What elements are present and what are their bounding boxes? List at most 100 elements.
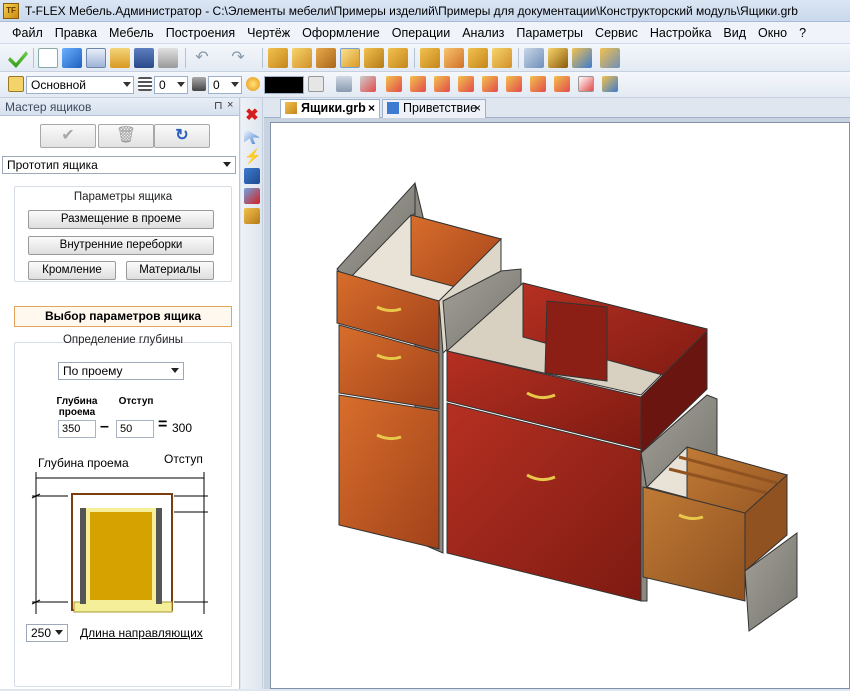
menu-formatting[interactable]: Оформление: [296, 26, 386, 40]
tab-drawers[interactable]: Ящики.grb ×: [280, 99, 380, 118]
shelf-icon[interactable]: [316, 48, 336, 68]
operation-1-icon[interactable]: [420, 48, 440, 68]
style-icon[interactable]: [308, 76, 324, 92]
properties-toolbar: Основной 0 0: [0, 72, 850, 98]
menu-operations[interactable]: Операции: [386, 26, 456, 40]
filter-icon[interactable]: [336, 76, 352, 92]
prototype-select[interactable]: Прототип ящика: [2, 156, 236, 174]
menu-window[interactable]: Окно: [752, 26, 793, 40]
edging-button[interactable]: Кромление: [28, 261, 116, 280]
tools-icon[interactable]: [548, 48, 568, 68]
offset-input[interactable]: 50: [116, 420, 154, 438]
snap-9-icon[interactable]: [578, 76, 594, 92]
depth-mode-select[interactable]: По проему: [58, 362, 184, 380]
close-icon[interactable]: ×: [474, 100, 481, 117]
level-field[interactable]: 0: [208, 76, 242, 94]
drawer-tool-icon[interactable]: [244, 208, 260, 224]
placement-button[interactable]: Размещение в проеме: [28, 210, 214, 229]
panel-icon[interactable]: [292, 48, 312, 68]
menu-settings[interactable]: Настройка: [644, 26, 718, 40]
materials-button[interactable]: Материалы: [126, 261, 214, 280]
new-file-icon[interactable]: [38, 48, 58, 68]
new-3d-icon[interactable]: [62, 48, 82, 68]
opening-depth-input[interactable]: 350: [58, 420, 96, 438]
menu-file[interactable]: Файл: [6, 26, 49, 40]
close-panel-icon[interactable]: ×: [227, 99, 233, 111]
prototype-select-value: Прототип ящика: [7, 158, 98, 172]
line-weight-icon: [138, 77, 152, 91]
snap-5-icon[interactable]: [482, 76, 498, 92]
drawer-icon[interactable]: [340, 48, 360, 68]
cancel-icon[interactable]: ✖: [244, 108, 260, 124]
move-icon[interactable]: [244, 168, 260, 184]
snap-8-icon[interactable]: [554, 76, 570, 92]
menu-drawing[interactable]: Чертёж: [241, 26, 296, 40]
menu-view[interactable]: Вид: [717, 26, 752, 40]
snap-10-icon[interactable]: [602, 76, 618, 92]
select-pointer-icon[interactable]: [244, 128, 260, 144]
model-canvas[interactable]: [264, 118, 850, 689]
zoom-icon[interactable]: [600, 48, 620, 68]
operation-2-icon[interactable]: [444, 48, 464, 68]
menu-edit[interactable]: Правка: [49, 26, 103, 40]
depth-group-title: Определение глубины: [62, 334, 184, 346]
check-icon[interactable]: [572, 48, 592, 68]
redo-icon[interactable]: ↷: [228, 48, 248, 68]
menu-bar: Файл Правка Мебель Построения Чертёж Офо…: [0, 22, 850, 44]
save-icon[interactable]: [134, 48, 154, 68]
undo-icon[interactable]: ↶: [192, 48, 212, 68]
operation-3-icon[interactable]: [468, 48, 488, 68]
operation-4-icon[interactable]: [492, 48, 512, 68]
tab-welcome[interactable]: Приветствие ×: [382, 99, 486, 118]
tab-welcome-label: Приветствие: [403, 101, 478, 115]
print-icon[interactable]: [158, 48, 178, 68]
panel-header: Мастер ящиков ⊓ ×: [0, 98, 239, 116]
menu-analysis[interactable]: Анализ: [456, 26, 510, 40]
report-icon[interactable]: [524, 48, 544, 68]
snap-6-icon[interactable]: [506, 76, 522, 92]
refresh-button[interactable]: ↻: [154, 124, 210, 148]
delete-button[interactable]: 🗑: [98, 124, 154, 148]
box-icon[interactable]: [268, 48, 288, 68]
app-logo-icon: TF: [3, 2, 19, 19]
window-title: T-FLEX Мебель.Администратор - C:\Элемент…: [25, 3, 798, 18]
level-value: 0: [213, 78, 220, 92]
trash-icon: 🗑: [115, 127, 137, 144]
lightning-icon[interactable]: ⚡: [244, 148, 261, 164]
ok-button[interactable]: ✔: [40, 124, 96, 148]
guide-length-value: 250: [31, 626, 52, 640]
offset-label: Отступ: [118, 396, 154, 407]
double-check-icon[interactable]: [8, 51, 28, 68]
partitions-button[interactable]: Внутренние переборки: [28, 236, 214, 255]
snap-1-icon[interactable]: [386, 76, 402, 92]
facade-icon[interactable]: [388, 48, 408, 68]
welcome-icon: [387, 102, 399, 114]
snap-4-icon[interactable]: [458, 76, 474, 92]
open-folder-icon[interactable]: [110, 48, 130, 68]
pin-icon[interactable]: ⊓: [214, 99, 223, 112]
guide-length-select[interactable]: 250: [26, 624, 68, 642]
title-bar: TF T-FLEX Мебель.Администратор - C:\Элем…: [0, 0, 850, 22]
snap-3-icon[interactable]: [434, 76, 450, 92]
close-icon[interactable]: ×: [368, 100, 375, 117]
layer-select-value: Основной: [31, 78, 87, 92]
open-file-icon[interactable]: [86, 48, 106, 68]
door-icon[interactable]: [364, 48, 384, 68]
menu-furniture[interactable]: Мебель: [103, 26, 160, 40]
3d-viewport[interactable]: [270, 122, 850, 689]
menu-constructions[interactable]: Построения: [160, 26, 241, 40]
color-palette-icon: [246, 77, 260, 91]
document-icon: [285, 102, 297, 114]
opening-depth-label: Глубина проема: [56, 396, 98, 418]
menu-help[interactable]: ?: [793, 26, 812, 40]
line-weight-field[interactable]: 0: [154, 76, 188, 94]
snap-2-icon[interactable]: [410, 76, 426, 92]
selector-icon[interactable]: [360, 76, 376, 92]
layer-select[interactable]: Основной: [26, 76, 134, 94]
snap-7-icon[interactable]: [530, 76, 546, 92]
color-select[interactable]: [264, 76, 304, 94]
menu-parameters[interactable]: Параметры: [510, 26, 589, 40]
section-title: Выбор параметров ящика: [14, 306, 232, 327]
menu-service[interactable]: Сервис: [589, 26, 644, 40]
remove-link-icon[interactable]: [244, 188, 260, 204]
